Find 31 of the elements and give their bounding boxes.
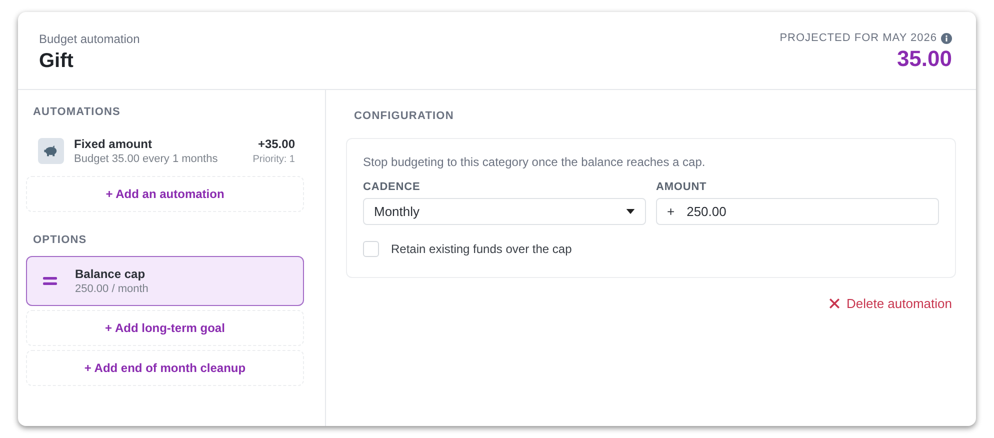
cadence-dropdown[interactable]: Monthly (363, 198, 646, 225)
checkbox[interactable] (363, 241, 379, 257)
add-automation-button[interactable]: + Add an automation (26, 176, 304, 212)
checkbox-label: Retain existing funds over the cap (391, 242, 572, 256)
automation-item[interactable]: Fixed amount Budget 35.00 every 1 months +35.00 Priority: 1 (26, 136, 304, 166)
configuration-description: Stop budgeting to this category once the balance reaches a cap. (363, 155, 706, 169)
amount-field[interactable]: + 250.00 (656, 198, 939, 225)
add-option-button[interactable]: + Add long-term goal (26, 310, 304, 346)
section-heading: CONFIGURATION (353, 110, 455, 122)
projected-amount: 35.00 (896, 46, 952, 72)
section-heading: OPTIONS (32, 234, 88, 246)
field-label: CADENCE (363, 181, 422, 193)
page-title: Gift (39, 50, 74, 73)
caret-icon (626, 209, 635, 214)
field-label: AMOUNT (656, 181, 708, 193)
piggy-bank-icon (38, 138, 64, 164)
close-icon (829, 298, 840, 309)
option-description: 250.00 / month (75, 283, 150, 295)
option-title: Balance cap (75, 267, 146, 281)
equals-icon (43, 277, 57, 285)
delete-automation-button[interactable]: Delete automation (825, 296, 956, 311)
automation-title: Fixed amount (74, 137, 154, 151)
projected-label: PROJECTED FOR MAY 2026 (780, 32, 937, 44)
automation-amount: +35.00 (258, 137, 295, 151)
add-option-button[interactable]: + Add end of month cleanup (26, 350, 304, 386)
automation-description: Budget 35.00 every 1 months (74, 153, 219, 165)
page-subtitle: Budget automation (39, 32, 140, 46)
automation-priority: Priority: 1 (252, 154, 295, 165)
option-item[interactable]: Balance cap 250.00 / month (26, 256, 304, 306)
section-heading: AUTOMATIONS (32, 106, 122, 118)
info-icon[interactable] (941, 32, 952, 44)
